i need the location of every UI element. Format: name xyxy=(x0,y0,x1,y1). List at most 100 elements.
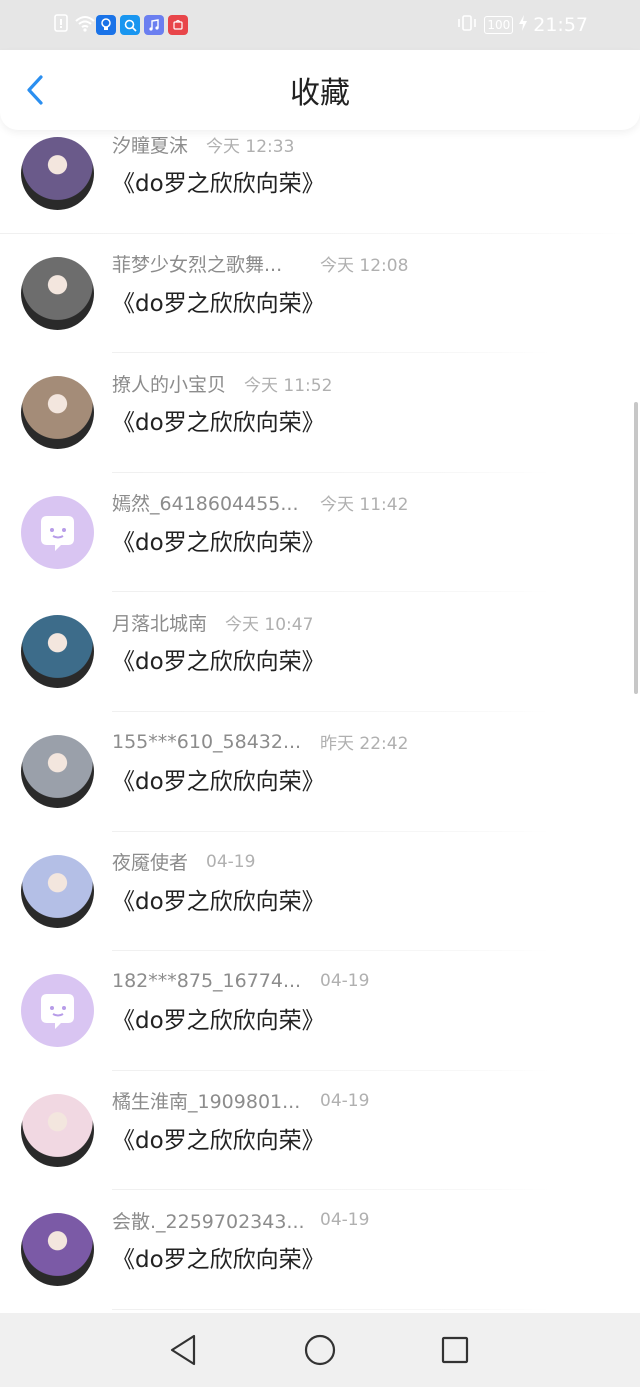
battery-icon: 100 xyxy=(484,16,514,34)
back-triangle-icon xyxy=(170,1334,196,1366)
app-bulb-icon xyxy=(96,15,116,35)
chevron-left-icon xyxy=(27,75,43,105)
favorite-content[interactable]: 《do罗之欣欣向荣》 xyxy=(112,284,620,318)
favorite-content[interactable]: 《do罗之欣欣向荣》 xyxy=(112,164,620,198)
avatar[interactable] xyxy=(21,256,94,330)
favorites-list[interactable]: 汐瞳夏沫 今天 12:33 《do罗之欣欣向荣》 菲梦少女烈之歌舞... 今天 12:0… xyxy=(0,130,640,1313)
favorite-content[interactable]: 《do罗之欣欣向荣》 xyxy=(112,642,620,676)
timestamp: 今天 11:52 xyxy=(244,375,333,396)
list-item[interactable]: 汐瞳夏沫 今天 12:33 《do罗之欣欣向荣》 xyxy=(0,130,640,234)
nav-recents-button[interactable] xyxy=(437,1332,473,1368)
list-item-meta: 菲梦少女烈之歌舞... 今天 12:08 《do罗之欣欣向荣》 xyxy=(112,252,620,318)
list-item[interactable]: 月落北城南 今天 10:47 《do罗之欣欣向荣》 xyxy=(0,592,640,712)
timestamp: 今天 12:33 xyxy=(206,136,295,157)
scrollbar[interactable] xyxy=(634,402,638,694)
list-item-meta: 155***610_58432... 昨天 22:42 《do罗之欣欣向荣》 xyxy=(112,730,620,796)
list-item-header: 夜魇使者 04-19 xyxy=(112,848,620,875)
vibrate-icon xyxy=(456,14,478,37)
timestamp: 今天 11:42 xyxy=(320,495,409,516)
user-name[interactable]: 155***610_58432... xyxy=(112,731,302,753)
user-name[interactable]: 橘生淮南_1909801... xyxy=(112,1087,302,1114)
user-name[interactable]: 汐瞳夏沫 xyxy=(112,131,188,158)
avatar[interactable] xyxy=(21,137,94,210)
favorite-content[interactable]: 《do罗之欣欣向荣》 xyxy=(112,1240,620,1274)
list-item-meta: 汐瞳夏沫 今天 12:33 《do罗之欣欣向荣》 xyxy=(112,132,620,198)
list-item[interactable]: 夜魇使者 04-19 《do罗之欣欣向荣》 xyxy=(0,832,640,952)
system-nav-bar xyxy=(0,1313,640,1387)
default-chat-avatar-icon xyxy=(41,994,74,1030)
list-item-meta: 撩人的小宝贝 今天 11:52 《do罗之欣欣向荣》 xyxy=(112,371,620,437)
list-item[interactable]: 182***875_16774... 04-19 《do罗之欣欣向荣》 xyxy=(0,951,640,1071)
avatar[interactable] xyxy=(21,854,94,928)
status-bar: 100 21:57 xyxy=(0,0,640,50)
list-item-header: 月落北城南 今天 10:47 xyxy=(112,609,620,636)
status-time: 21:57 xyxy=(533,14,588,36)
huawei-store-icon xyxy=(168,15,188,35)
back-button[interactable] xyxy=(20,72,50,108)
favorite-content[interactable]: 《do罗之欣欣向荣》 xyxy=(112,523,620,557)
timestamp: 今天 12:08 xyxy=(320,256,409,277)
wifi-icon xyxy=(74,14,95,36)
list-item[interactable]: 菲梦少女烈之歌舞... 今天 12:08 《do罗之欣欣向荣》 xyxy=(0,234,640,354)
list-item-meta: 月落北城南 今天 10:47 《do罗之欣欣向荣》 xyxy=(112,610,620,676)
user-name[interactable]: 夜魇使者 xyxy=(112,848,188,875)
divider xyxy=(112,1308,550,1310)
recents-square-icon xyxy=(441,1336,469,1364)
list-item-header: 撩人的小宝贝 今天 11:52 xyxy=(112,370,620,397)
avatar[interactable] xyxy=(21,974,94,1048)
user-name[interactable]: 嫣然_6418604455... xyxy=(112,489,302,516)
user-name[interactable]: 182***875_16774... xyxy=(112,970,302,992)
avatar[interactable] xyxy=(21,495,94,569)
header-bar: 收藏 xyxy=(0,50,640,130)
list-item-header: 182***875_16774... 04-19 xyxy=(112,969,620,993)
list-item-meta: 会散._2259702343... 04-19 《do罗之欣欣向荣》 xyxy=(112,1208,620,1274)
list-item[interactable]: 155***610_58432... 昨天 22:42 《do罗之欣欣向荣》 xyxy=(0,712,640,832)
list-item-meta: 嫣然_6418604455... 今天 11:42 《do罗之欣欣向荣》 xyxy=(112,491,620,557)
list-item-header: 菲梦少女烈之歌舞... 今天 12:08 xyxy=(112,252,620,276)
timestamp: 今天 10:47 xyxy=(225,614,314,635)
nav-back-button[interactable] xyxy=(165,1332,201,1368)
status-left-icons xyxy=(52,14,188,36)
list-item[interactable]: 会散._2259702343... 04-19 《do罗之欣欣向荣》 xyxy=(0,1190,640,1310)
avatar[interactable] xyxy=(21,734,94,808)
user-name[interactable]: 菲梦少女烈之歌舞... xyxy=(112,250,302,277)
page-title: 收藏 xyxy=(290,76,350,111)
list-item[interactable]: 撩人的小宝贝 今天 11:52 《do罗之欣欣向荣》 xyxy=(0,353,640,473)
user-name[interactable]: 撩人的小宝贝 xyxy=(112,370,226,397)
battery-level: 100 xyxy=(487,18,511,32)
charging-icon xyxy=(519,14,528,36)
user-name[interactable]: 月落北城南 xyxy=(112,609,207,636)
timestamp: 04-19 xyxy=(320,1090,370,1111)
list-item[interactable]: 橘生淮南_1909801... 04-19 《do罗之欣欣向荣》 xyxy=(0,1071,640,1191)
user-name[interactable]: 会散._2259702343... xyxy=(112,1207,305,1234)
favorite-content[interactable]: 《do罗之欣欣向荣》 xyxy=(112,882,620,916)
list-item-header: 会散._2259702343... 04-19 xyxy=(112,1207,620,1234)
sim-icon xyxy=(52,14,70,36)
avatar[interactable] xyxy=(21,1093,94,1167)
default-chat-avatar-icon xyxy=(41,515,74,551)
favorite-content[interactable]: 《do罗之欣欣向荣》 xyxy=(112,1121,620,1155)
list-item-header: 155***610_58432... 昨天 22:42 xyxy=(112,730,620,755)
status-right-icons: 100 21:57 xyxy=(456,14,588,37)
timestamp: 04-19 xyxy=(320,1210,370,1231)
nav-home-button[interactable] xyxy=(302,1332,338,1368)
avatar[interactable] xyxy=(21,376,94,450)
list-item-header: 嫣然_6418604455... 今天 11:42 xyxy=(112,491,620,515)
home-circle-icon xyxy=(304,1334,336,1366)
list-item-meta: 橘生淮南_1909801... 04-19 《do罗之欣欣向荣》 xyxy=(112,1089,620,1155)
list-item-meta: 182***875_16774... 04-19 《do罗之欣欣向荣》 xyxy=(112,969,620,1035)
avatar[interactable] xyxy=(21,615,94,689)
avatar[interactable] xyxy=(21,1213,94,1287)
list-item-meta: 夜魇使者 04-19 《do罗之欣欣向荣》 xyxy=(112,850,620,916)
timestamp: 昨天 22:42 xyxy=(320,734,409,755)
favorite-content[interactable]: 《do罗之欣欣向荣》 xyxy=(112,403,620,437)
timestamp: 04-19 xyxy=(206,851,256,872)
list-item[interactable]: 嫣然_6418604455... 今天 11:42 《do罗之欣欣向荣》 xyxy=(0,473,640,593)
list-item-header: 橘生淮南_1909801... 04-19 xyxy=(112,1087,620,1114)
favorite-content[interactable]: 《do罗之欣欣向荣》 xyxy=(112,1001,620,1035)
list-item-header: 汐瞳夏沫 今天 12:33 xyxy=(112,131,620,158)
timestamp: 04-19 xyxy=(320,971,370,992)
app-music-icon xyxy=(144,15,164,35)
favorite-content[interactable]: 《do罗之欣欣向荣》 xyxy=(112,762,620,796)
app-search-icon xyxy=(120,15,140,35)
